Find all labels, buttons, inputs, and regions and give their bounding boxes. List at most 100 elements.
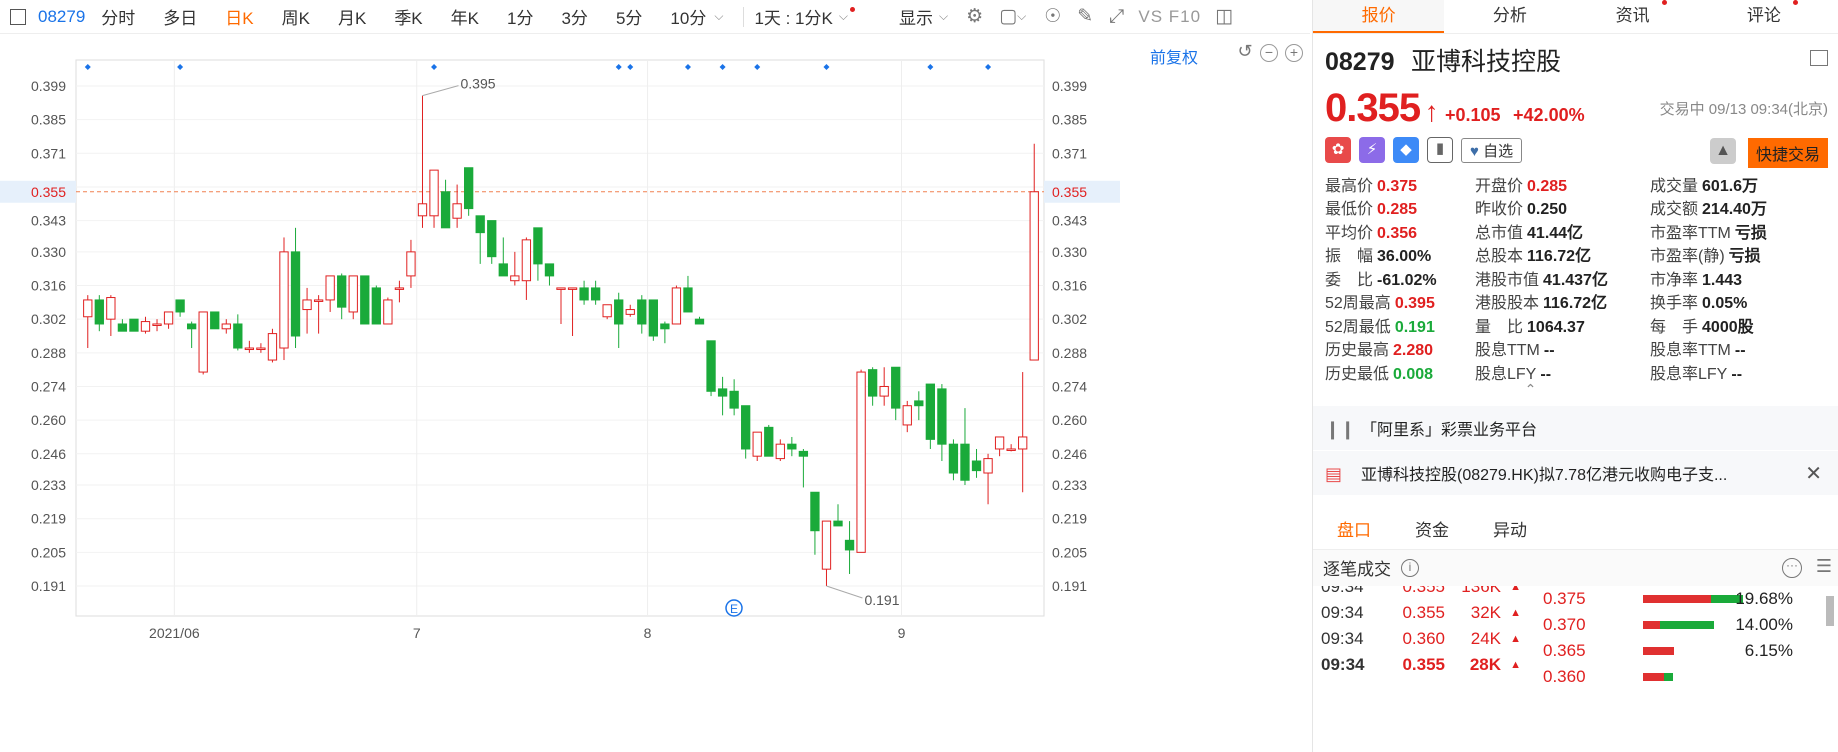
- candle-body: [717, 388, 728, 397]
- tick-list[interactable]: 09:34 0.355 136K ▲ 09:34 0.355 32K ▲ 09:34 0.360 2…: [1313, 586, 1523, 678]
- chevron-down-icon[interactable]: ⌵: [939, 9, 948, 24]
- candle-body: [221, 323, 231, 330]
- tab-news[interactable]: 资讯: [1576, 0, 1707, 33]
- stat-label: 每 手: [1650, 318, 1699, 336]
- period-tab-active[interactable]: 日K: [225, 4, 253, 29]
- layout-toggle-icon[interactable]: [10, 8, 26, 25]
- stat-value: --: [1731, 365, 1743, 383]
- candle-body: [498, 263, 508, 277]
- candle-body: [579, 287, 589, 301]
- stat-label: 历史最高: [1325, 342, 1390, 360]
- stats-row: 52周最低 0.191 量 比 1064.37 每 手 4000股: [1325, 313, 1826, 337]
- news-title: 「阿里系」彩票业务平台: [1361, 421, 1538, 439]
- app-root: 08279 分时 多日 日K 周K 月K 季K 年K 1分 3分 5分 10分 …: [0, 0, 1838, 752]
- event-marker: [684, 64, 691, 70]
- scrollbar[interactable]: [1826, 595, 1834, 626]
- stat-cell: 昨收价 0.250: [1475, 195, 1650, 219]
- book-icon[interactable]: [1810, 50, 1828, 66]
- candle-body: [244, 347, 255, 351]
- bookmark-icon[interactable]: ▮: [1427, 137, 1453, 163]
- more-icon[interactable]: ···: [1782, 557, 1802, 578]
- candle-body: [163, 311, 174, 325]
- pencil-icon[interactable]: ✎: [1077, 5, 1093, 28]
- period-tab[interactable]: 10分: [670, 4, 706, 29]
- quick-trade-button[interactable]: 快捷交易: [1747, 138, 1828, 168]
- undo-icon[interactable]: ↺: [1236, 42, 1254, 62]
- tab-comments[interactable]: 评论: [1707, 0, 1838, 33]
- add-watchlist-button[interactable]: ♥ 自选: [1461, 137, 1523, 163]
- zoom-out-icon[interactable]: −: [1260, 44, 1278, 62]
- chart-toolbar: 08279 分时 多日 日K 周K 月K 季K 年K 1分 3分 5分 10分 …: [0, 0, 1310, 34]
- candle-body: [521, 239, 532, 282]
- subtab-movement[interactable]: 异动: [1493, 516, 1527, 541]
- tick-qty: 136K: [1461, 585, 1501, 596]
- sidebar-toggle-icon[interactable]: ◫: [1215, 5, 1233, 28]
- lightning-icon[interactable]: ⚡: [1359, 137, 1385, 163]
- kline-chart-area[interactable]: 0.399 0.399 0.385 0.385 0.371 0.371 0.355 0.355…: [0, 34, 1310, 752]
- chevron-down-icon[interactable]: ⌵: [714, 9, 723, 24]
- y-tick-label-left: 0.288: [31, 345, 66, 361]
- candle-body: [464, 167, 474, 210]
- hk-flower-icon[interactable]: ✿: [1325, 137, 1351, 163]
- x-tick-label: 9: [898, 625, 906, 641]
- info-icon[interactable]: i: [1401, 558, 1419, 577]
- candle-body: [810, 491, 820, 532]
- tab-quote[interactable]: 报价: [1313, 0, 1445, 33]
- tick-row: 09:34 0.355 32K ▲: [1313, 600, 1523, 626]
- stat-label: 总市值: [1475, 224, 1524, 242]
- stat-cell: 最高价 0.375: [1325, 172, 1475, 196]
- period-tab[interactable]: 年K: [451, 4, 479, 29]
- news-item[interactable]: ▤ 亚博科技控股(08279.HK)拟7.78亿港元收购电子支... ✕: [1313, 451, 1838, 496]
- tab-analysis[interactable]: 分析: [1444, 0, 1575, 33]
- close-icon[interactable]: ✕: [1805, 461, 1822, 486]
- candle-body: [175, 299, 185, 313]
- stat-label: 市盈率TTM: [1650, 224, 1731, 242]
- period-tab[interactable]: 月K: [338, 4, 366, 29]
- stats-row: 历史最高 2.280 股息TTM -- 股息率TTM --: [1325, 337, 1826, 361]
- gear-icon[interactable]: ⚙: [966, 5, 983, 28]
- square-outline-icon[interactable]: ▢: [999, 5, 1017, 28]
- stat-cell: 平均价 0.356: [1325, 219, 1475, 243]
- interval-dropdown[interactable]: 1天 : 1分K: [754, 4, 832, 29]
- period-tab[interactable]: 季K: [394, 4, 422, 29]
- subtab-capital[interactable]: 资金: [1415, 516, 1449, 541]
- stock-code-link[interactable]: 08279: [38, 7, 85, 27]
- bell-icon[interactable]: ▲: [1710, 138, 1736, 164]
- adjust-mode-button[interactable]: 前复权: [1150, 44, 1198, 68]
- period-tab[interactable]: 分时: [101, 4, 135, 29]
- subtab-orderbook[interactable]: 盘口: [1337, 516, 1371, 541]
- y-tick-label-left: 0.233: [31, 477, 66, 493]
- low-annotation-line: [826, 585, 863, 599]
- stat-cell: 股息率TTM --: [1650, 336, 1825, 360]
- stat-label: 最高价: [1325, 177, 1374, 195]
- stat-value: 2.280: [1393, 342, 1434, 360]
- quote-panel: 报价 分析 资讯 评论 08279 亚博科技控股 0.355 ↑ +0.105 …: [1312, 0, 1838, 752]
- period-tab[interactable]: 5分: [616, 4, 642, 29]
- period-tab[interactable]: 1分: [507, 4, 533, 29]
- collapse-chevron-icon[interactable]: ⌃: [1223, 382, 1838, 398]
- vs-f10-button[interactable]: VS F10: [1138, 7, 1201, 27]
- candle-body: [948, 443, 959, 474]
- zoom-in-icon[interactable]: +: [1285, 44, 1303, 62]
- display-dropdown[interactable]: 显示: [899, 4, 933, 29]
- list-icon[interactable]: ☰: [1816, 556, 1832, 577]
- chevron-down-icon[interactable]: ⌵: [839, 9, 848, 24]
- camera-icon[interactable]: ☉: [1044, 5, 1061, 28]
- stat-cell: 市盈率TTM 亏损: [1650, 219, 1825, 243]
- distribution-bar: [1643, 594, 1743, 603]
- kline-chart[interactable]: 0.399 0.399 0.385 0.385 0.371 0.371 0.355 0.355…: [0, 34, 1310, 752]
- sell-bar: [1664, 672, 1674, 681]
- news-item[interactable]: ❙❙ 「阿里系」彩票业务平台: [1313, 406, 1838, 451]
- candle-body: [891, 366, 901, 409]
- candle-body: [117, 323, 128, 332]
- period-tab[interactable]: 3分: [561, 4, 587, 29]
- period-tab[interactable]: 多日: [163, 4, 197, 29]
- candle-body: [417, 203, 428, 217]
- candle-body: [475, 215, 485, 234]
- price-change: +0.105: [1445, 105, 1501, 125]
- tag-icon[interactable]: ◆: [1393, 137, 1419, 163]
- period-tab[interactable]: 周K: [282, 4, 310, 29]
- stat-value: 116.72亿: [1527, 248, 1592, 266]
- chevron-down-icon[interactable]: ⌵: [1017, 9, 1026, 24]
- fullscreen-icon[interactable]: ⤢: [1109, 6, 1124, 28]
